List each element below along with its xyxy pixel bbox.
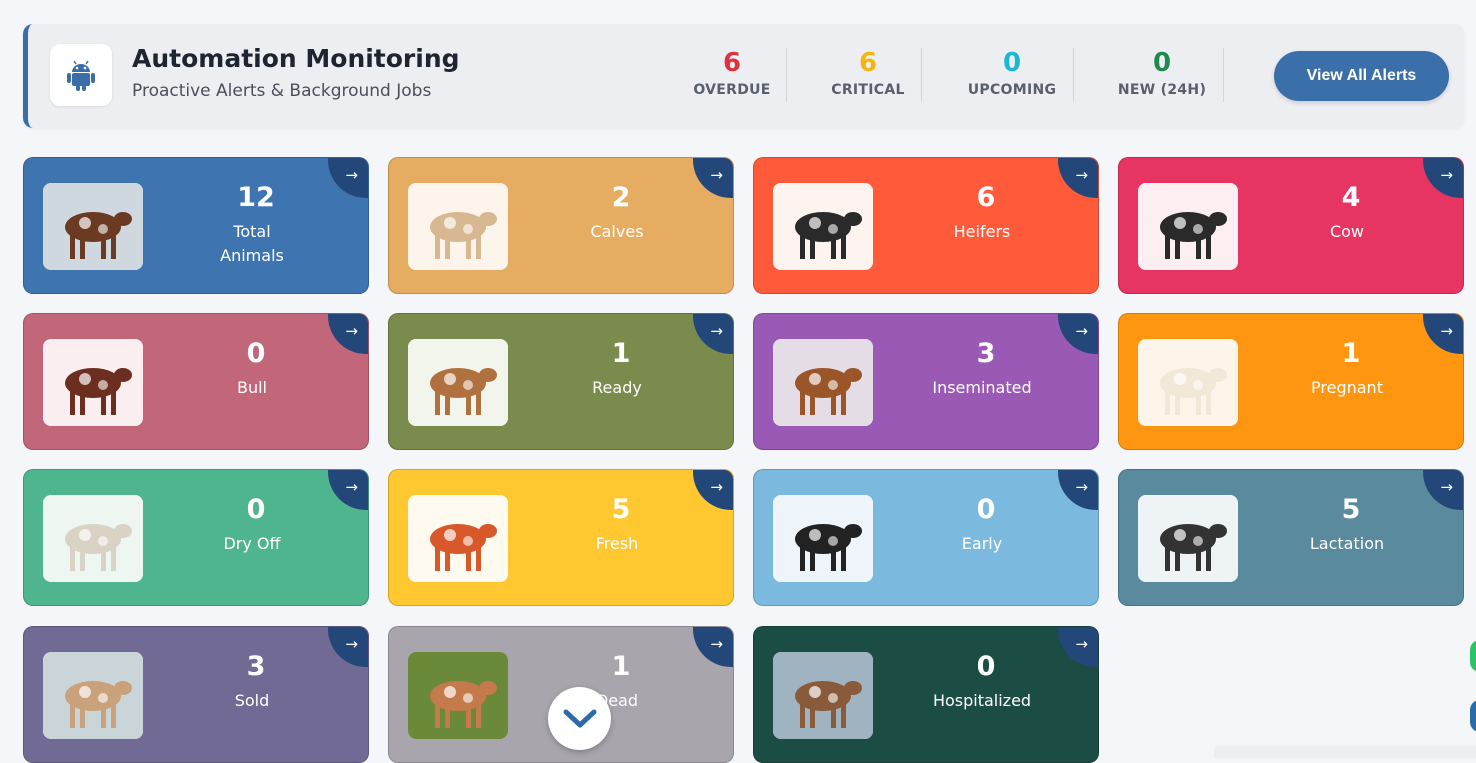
- inseminated-cow-icon: [773, 339, 873, 426]
- card-count: 4: [1341, 182, 1361, 213]
- arrow-right-icon[interactable]: →: [345, 166, 358, 184]
- card-label: Bull: [236, 378, 267, 397]
- card-count: 3: [976, 338, 996, 369]
- category-card[interactable]: 6 Heifers →: [753, 157, 1099, 294]
- card-count: 0: [246, 494, 266, 525]
- herd-icon: [43, 183, 143, 270]
- divider: [1223, 48, 1224, 102]
- card-label: Early: [961, 534, 1003, 553]
- card-count: 5: [611, 494, 631, 525]
- category-card[interactable]: 2 Calves →: [388, 157, 734, 294]
- arrow-right-icon[interactable]: →: [710, 478, 723, 496]
- ready-cow-icon: [408, 339, 508, 426]
- arrow-right-icon[interactable]: →: [1075, 166, 1088, 184]
- dead-cow-icon: [408, 652, 508, 739]
- card-label: Heifers: [953, 222, 1011, 241]
- stat-upcoming-value: 0: [1002, 48, 1022, 78]
- stat-upcoming-label: UPCOMING: [967, 82, 1057, 98]
- page-title: Automation Monitoring: [132, 44, 460, 73]
- bull-icon: [43, 339, 143, 426]
- card-count: 2: [611, 182, 631, 213]
- arrow-right-icon[interactable]: →: [345, 322, 358, 340]
- floating-help-button[interactable]: [1470, 700, 1476, 732]
- category-card[interactable]: 1 Ready →: [388, 313, 734, 450]
- category-card[interactable]: 4 Cow →: [1118, 157, 1464, 294]
- fresh-cow-icon: [408, 495, 508, 582]
- divider: [921, 48, 922, 102]
- arrow-right-icon[interactable]: →: [1075, 478, 1088, 496]
- arrow-right-icon[interactable]: →: [1440, 166, 1453, 184]
- card-label: Cow: [1329, 222, 1365, 241]
- card-label: Pregnant: [1311, 378, 1383, 397]
- arrow-right-icon[interactable]: →: [345, 478, 358, 496]
- card-count: 3: [246, 651, 266, 682]
- page-subtitle: Proactive Alerts & Background Jobs: [132, 81, 432, 101]
- arrow-right-icon[interactable]: →: [345, 635, 358, 653]
- card-count: 1: [611, 338, 631, 369]
- card-label: Total Animals: [220, 222, 284, 265]
- card-label: Calves: [590, 222, 644, 241]
- stat-new-label: NEW (24H): [1117, 82, 1207, 98]
- stat-critical-value: 6: [858, 48, 878, 78]
- automation-monitoring-header: Automation Monitoring Proactive Alerts &…: [23, 24, 1464, 128]
- android-icon: [50, 44, 112, 106]
- card-count: 5: [1341, 494, 1361, 525]
- category-card[interactable]: 0 Hospitalized →: [753, 626, 1099, 763]
- card-label: Lactation: [1309, 534, 1385, 553]
- arrow-right-icon[interactable]: →: [710, 635, 723, 653]
- card-label: Inseminated: [932, 378, 1032, 397]
- early-cow-icon: [773, 495, 873, 582]
- card-count: 0: [246, 338, 266, 369]
- stat-overdue[interactable]: 6 OVERDUE: [692, 48, 772, 98]
- category-card[interactable]: 5 Fresh →: [388, 469, 734, 606]
- arrow-right-icon[interactable]: →: [710, 322, 723, 340]
- card-count: 0: [976, 494, 996, 525]
- card-label: Hospitalized: [932, 691, 1032, 710]
- card-count: 1: [611, 651, 631, 682]
- stat-overdue-label: OVERDUE: [693, 82, 771, 98]
- stat-upcoming[interactable]: 0 UPCOMING: [964, 48, 1060, 98]
- scroll-down-button[interactable]: [548, 687, 611, 750]
- view-all-alerts-button[interactable]: View All Alerts: [1274, 51, 1449, 101]
- category-card[interactable]: 5 Lactation →: [1118, 469, 1464, 606]
- category-card[interactable]: 3 Inseminated →: [753, 313, 1099, 450]
- category-card[interactable]: 3 Sold →: [23, 626, 369, 763]
- stat-new-value: 0: [1152, 48, 1172, 78]
- card-label: Ready: [592, 378, 642, 397]
- pregnant-cow-icon: [1138, 339, 1238, 426]
- heifer-icon: [773, 183, 873, 270]
- stat-overdue-value: 6: [722, 48, 742, 78]
- category-card[interactable]: 0 Dry Off →: [23, 469, 369, 606]
- hospitalized-cow-icon: [773, 652, 873, 739]
- card-count: 1: [1341, 338, 1361, 369]
- arrow-right-icon[interactable]: →: [1075, 322, 1088, 340]
- card-count: 0: [976, 651, 996, 682]
- lactation-cow-icon: [1138, 495, 1238, 582]
- card-label: Sold: [234, 691, 270, 710]
- category-card[interactable]: 0 Bull →: [23, 313, 369, 450]
- divider: [786, 48, 787, 102]
- divider: [1073, 48, 1074, 102]
- bottom-bar: [1214, 746, 1476, 758]
- arrow-right-icon[interactable]: →: [710, 166, 723, 184]
- floating-chat-button[interactable]: [1470, 640, 1476, 672]
- card-label: Dry Off: [223, 534, 281, 553]
- cow-icon: [1138, 183, 1238, 270]
- dry-off-cow-icon: [43, 495, 143, 582]
- stat-critical[interactable]: 6 CRITICAL: [824, 48, 912, 98]
- card-count: 12: [237, 182, 275, 213]
- category-card[interactable]: 1 Pregnant →: [1118, 313, 1464, 450]
- card-label: Fresh: [595, 534, 639, 553]
- calf-icon: [408, 183, 508, 270]
- arrow-right-icon[interactable]: →: [1440, 322, 1453, 340]
- chevron-down-icon: [563, 709, 596, 727]
- stat-new-24h[interactable]: 0 NEW (24H): [1114, 48, 1210, 98]
- category-card[interactable]: 12 Total Animals →: [23, 157, 369, 294]
- stat-critical-label: CRITICAL: [831, 82, 905, 98]
- card-count: 6: [976, 182, 996, 213]
- sold-cows-icon: [43, 652, 143, 739]
- arrow-right-icon[interactable]: →: [1075, 635, 1088, 653]
- arrow-right-icon[interactable]: →: [1440, 478, 1453, 496]
- category-card[interactable]: 0 Early →: [753, 469, 1099, 606]
